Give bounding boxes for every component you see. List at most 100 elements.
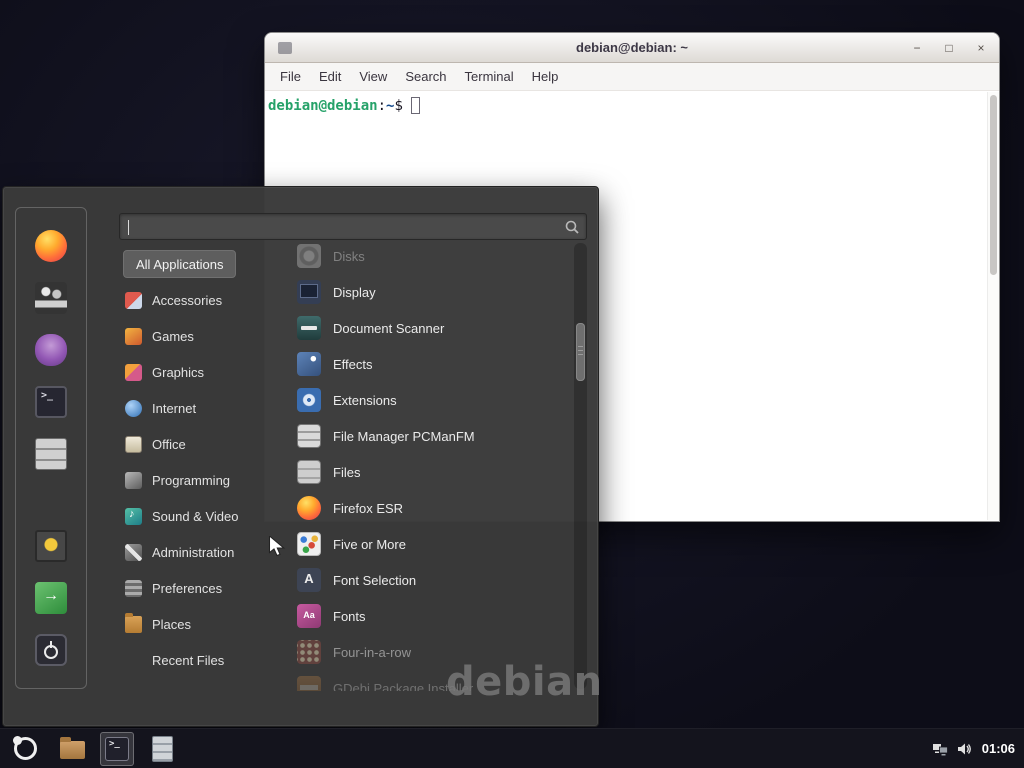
logout-icon — [35, 582, 67, 614]
favorite-firefox[interactable] — [27, 224, 75, 268]
app-file-manager-pcmanfm[interactable]: File Manager PCManFM — [289, 418, 575, 454]
maximize-button[interactable]: □ — [939, 33, 959, 63]
effects-icon — [297, 352, 321, 376]
menu-search[interactable]: Search — [396, 63, 455, 91]
network-icon[interactable] — [932, 741, 948, 757]
app-font-selection[interactable]: Font Selection — [289, 562, 575, 598]
terminal-scrollbar-thumb[interactable] — [990, 95, 997, 275]
category-places[interactable]: Places — [115, 606, 283, 642]
file-manager-icon — [297, 424, 321, 448]
minimize-button[interactable]: − — [907, 33, 927, 63]
launcher-file-manager[interactable] — [55, 732, 89, 766]
category-graphics[interactable]: Graphics — [115, 354, 283, 390]
files-icon — [152, 736, 173, 762]
menu-edit[interactable]: Edit — [310, 63, 350, 91]
category-list: All Applications Accessories Games Graph… — [115, 250, 283, 678]
menu-file[interactable]: File — [271, 63, 310, 91]
app-files[interactable]: Files — [289, 454, 575, 490]
category-accessories[interactable]: Accessories — [115, 282, 283, 318]
menu-terminal[interactable]: Terminal — [456, 63, 523, 91]
panel-right: 01:06 — [932, 741, 1018, 757]
accessories-icon — [125, 292, 142, 309]
terminal-window-icon — [278, 42, 292, 54]
menu-scrollbar[interactable] — [574, 243, 587, 689]
category-all-applications[interactable]: All Applications — [123, 250, 236, 278]
programming-icon — [125, 472, 142, 489]
terminal-icon — [105, 737, 129, 761]
mouse-cursor — [268, 536, 286, 557]
taskbar-terminal-window[interactable] — [100, 732, 134, 766]
terminal-title: debian@debian: ~ — [576, 40, 688, 55]
window-controls: − □ × — [907, 33, 991, 63]
prompt-separator: : — [378, 98, 386, 114]
five-or-more-icon — [297, 532, 321, 556]
close-button[interactable]: × — [971, 33, 991, 63]
terminal-cursor — [411, 97, 420, 114]
users-icon — [35, 282, 67, 314]
app-display[interactable]: Display — [289, 274, 575, 310]
graphics-icon — [125, 364, 142, 381]
menu-help[interactable]: Help — [523, 63, 568, 91]
preferences-icon — [125, 580, 142, 597]
four-in-a-row-icon — [297, 640, 321, 664]
category-games[interactable]: Games — [115, 318, 283, 354]
clock[interactable]: 01:06 — [982, 741, 1015, 756]
application-menu: All Applications Accessories Games Graph… — [2, 186, 599, 727]
category-internet[interactable]: Internet — [115, 390, 283, 426]
search-icon — [564, 219, 580, 235]
category-recent-files[interactable]: Recent Files — [115, 642, 283, 678]
terminal-prompt: debian@debian:~$ — [265, 92, 999, 114]
app-firefox-esr[interactable]: Firefox ESR — [289, 490, 575, 526]
disks-icon — [297, 244, 321, 268]
app-five-or-more[interactable]: Five or More — [289, 526, 575, 562]
files-icon — [297, 460, 321, 484]
debian-watermark: debian — [446, 659, 603, 705]
text-caret — [128, 220, 129, 235]
prompt-symbol: $ — [394, 98, 402, 114]
gdebi-icon — [297, 676, 321, 691]
volume-icon[interactable] — [957, 741, 973, 757]
menu-logo-icon — [14, 737, 37, 760]
menu-scrollbar-thumb[interactable] — [576, 323, 585, 381]
category-office[interactable]: Office — [115, 426, 283, 462]
favorite-mascot[interactable] — [27, 328, 75, 372]
firefox-icon — [297, 496, 321, 520]
document-scanner-icon — [297, 316, 321, 340]
app-effects[interactable]: Effects — [289, 346, 575, 382]
app-disks[interactable]: Disks — [289, 239, 575, 274]
shutdown-button[interactable] — [27, 628, 75, 672]
folder-icon — [60, 741, 85, 759]
terminal-icon — [35, 386, 67, 418]
lock-screen-button[interactable] — [27, 524, 75, 568]
terminal-titlebar[interactable]: debian@debian: ~ − □ × — [265, 33, 999, 63]
display-icon — [297, 280, 321, 304]
extensions-icon — [297, 388, 321, 412]
app-fonts[interactable]: Fonts — [289, 598, 575, 634]
games-icon — [125, 328, 142, 345]
favorite-file-manager[interactable] — [27, 432, 75, 476]
places-icon — [125, 616, 142, 633]
office-icon — [125, 436, 142, 453]
menu-button[interactable] — [6, 732, 44, 766]
terminal-scrollbar[interactable] — [987, 92, 999, 520]
application-list: Disks Display Document Scanner Effects E… — [289, 239, 575, 691]
app-document-scanner[interactable]: Document Scanner — [289, 310, 575, 346]
favorite-terminal[interactable] — [27, 380, 75, 424]
logout-button[interactable] — [27, 576, 75, 620]
font-selection-icon — [297, 568, 321, 592]
app-extensions[interactable]: Extensions — [289, 382, 575, 418]
sound-video-icon — [125, 508, 142, 525]
search-input[interactable] — [119, 213, 587, 240]
category-sound-video[interactable]: Sound & Video — [115, 498, 283, 534]
recent-files-icon — [125, 652, 142, 669]
category-administration[interactable]: Administration — [115, 534, 283, 570]
lock-screen-icon — [35, 530, 67, 562]
category-programming[interactable]: Programming — [115, 462, 283, 498]
menu-view[interactable]: View — [350, 63, 396, 91]
taskbar-files-window[interactable] — [145, 732, 179, 766]
category-preferences[interactable]: Preferences — [115, 570, 283, 606]
favorite-users[interactable] — [27, 276, 75, 320]
internet-icon — [125, 400, 142, 417]
bottom-panel: 01:06 — [0, 728, 1024, 768]
terminal-menubar: File Edit View Search Terminal Help — [265, 63, 999, 91]
